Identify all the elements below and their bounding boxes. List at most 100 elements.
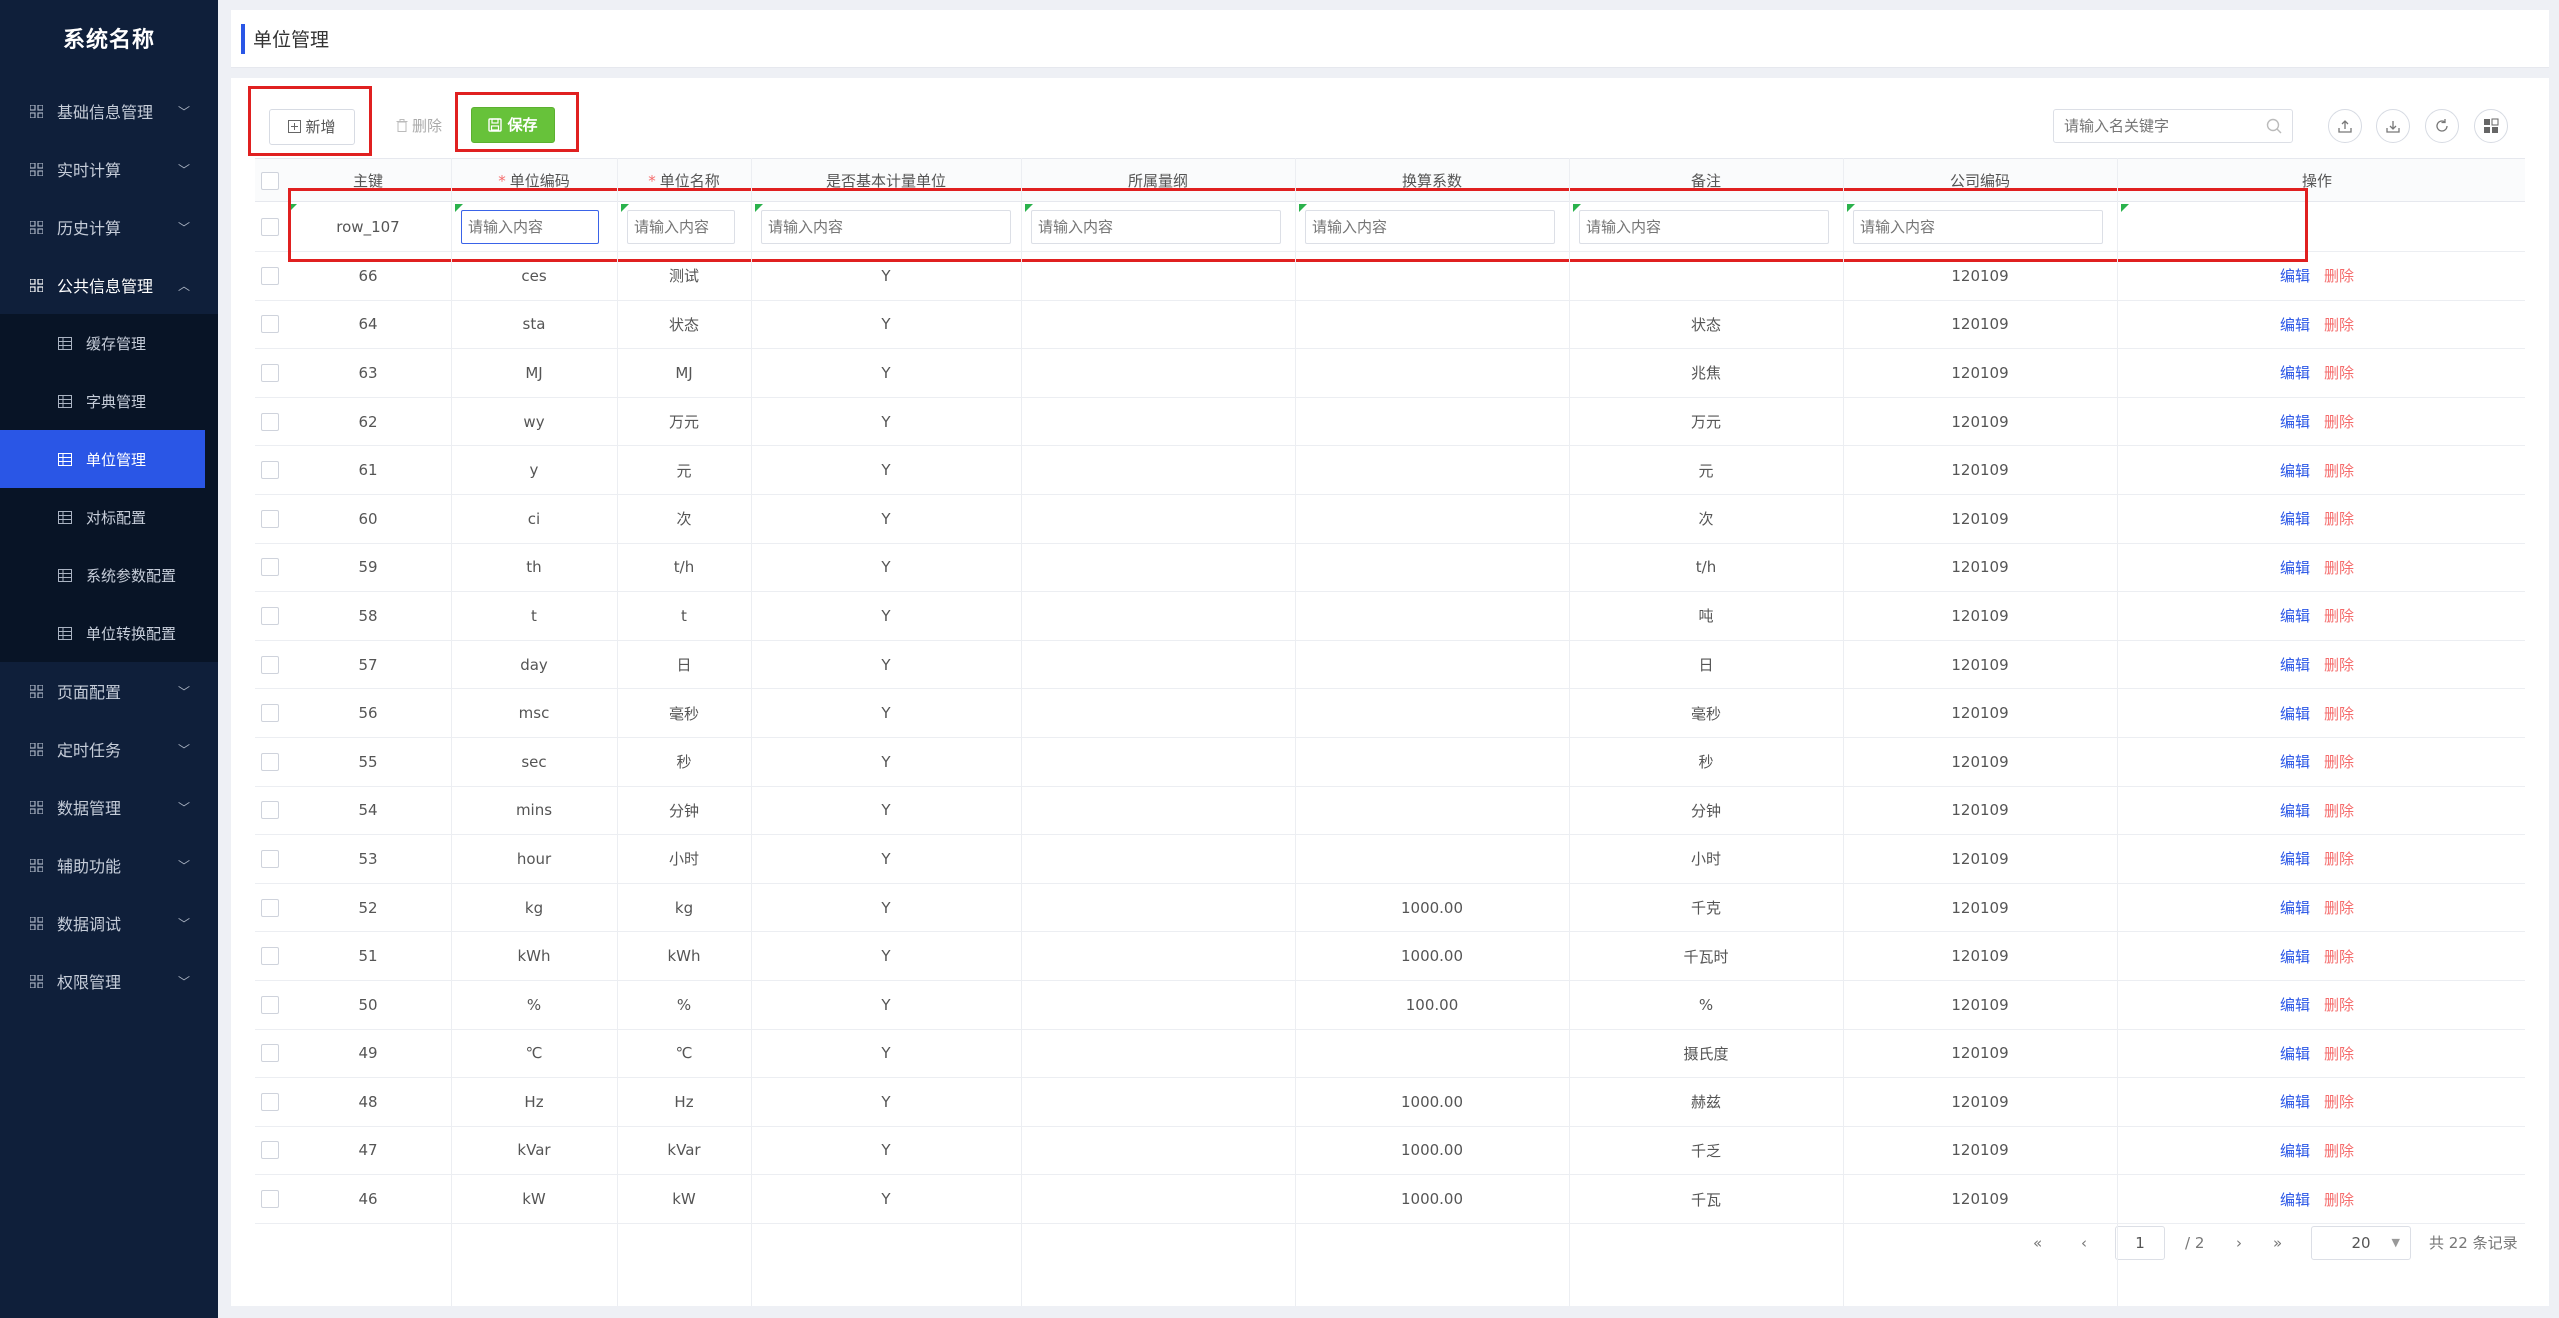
sidebar-menu-item[interactable]: 数据调试 ﹀	[0, 894, 218, 952]
delete-link[interactable]: 删除	[2324, 848, 2354, 869]
search-icon[interactable]	[2266, 118, 2282, 134]
remark-input[interactable]	[1579, 209, 1829, 244]
sidebar-menu-item[interactable]: 辅助功能 ﹀	[0, 836, 218, 894]
sidebar-menu-item[interactable]: 权限管理 ﹀	[0, 952, 218, 1010]
sidebar-menu-item[interactable]: 基础信息管理 ﹀	[0, 82, 218, 140]
refresh-button[interactable]	[2425, 109, 2459, 143]
sidebar-menu-item[interactable]: 定时任务 ﹀	[0, 720, 218, 778]
delete-link[interactable]: 删除	[2324, 1043, 2354, 1064]
delete-link[interactable]: 删除	[2324, 654, 2354, 675]
edit-link[interactable]: 编辑	[2280, 703, 2310, 724]
delete-link[interactable]: 删除	[2324, 411, 2354, 432]
edit-link[interactable]: 编辑	[2280, 800, 2310, 821]
edit-link[interactable]: 编辑	[2280, 508, 2310, 529]
edit-link[interactable]: 编辑	[2280, 557, 2310, 578]
row-checkbox[interactable]	[261, 947, 279, 966]
edit-link[interactable]: 编辑	[2280, 362, 2310, 383]
sidebar-menu-item[interactable]: 页面配置 ﹀	[0, 662, 218, 720]
delete-link[interactable]: 删除	[2324, 800, 2354, 821]
row-checkbox[interactable]	[261, 1141, 279, 1160]
page-number-input[interactable]: 1	[2115, 1226, 2165, 1260]
sidebar-submenu-item[interactable]: 对标配置	[0, 488, 218, 546]
edit-link[interactable]: 编辑	[2280, 751, 2310, 772]
edit-link[interactable]: 编辑	[2280, 411, 2310, 432]
row-checkbox[interactable]	[261, 1044, 279, 1063]
row-checkbox[interactable]	[261, 509, 279, 528]
edit-link[interactable]: 编辑	[2280, 946, 2310, 967]
row-checkbox[interactable]	[261, 461, 279, 480]
code-input[interactable]	[461, 209, 599, 244]
edit-link[interactable]: 编辑	[2280, 897, 2310, 918]
delete-link[interactable]: 删除	[2324, 897, 2354, 918]
base-input[interactable]	[761, 209, 1011, 244]
sidebar-submenu-item[interactable]: 缓存管理	[0, 314, 218, 372]
company-input[interactable]	[1853, 209, 2103, 244]
row-checkbox[interactable]	[261, 995, 279, 1014]
delete-link[interactable]: 删除	[2324, 751, 2354, 772]
row-checkbox[interactable]	[261, 363, 279, 382]
row-checkbox[interactable]	[261, 315, 279, 334]
page-size-select[interactable]: 20 ▼	[2311, 1226, 2411, 1260]
sidebar-menu-item[interactable]: 历史计算 ﹀	[0, 198, 218, 256]
prev-page-button[interactable]: ‹	[2081, 1226, 2087, 1260]
sidebar-submenu-item[interactable]: 字典管理	[0, 372, 218, 430]
sidebar-menu-item[interactable]: 实时计算 ﹀	[0, 140, 218, 198]
row-checkbox[interactable]	[261, 849, 279, 868]
row-checkbox[interactable]	[261, 558, 279, 577]
select-all-checkbox[interactable]	[261, 172, 279, 190]
add-button[interactable]: 新增	[269, 109, 355, 145]
delete-link[interactable]: 删除	[2324, 460, 2354, 481]
delete-link[interactable]: 删除	[2324, 508, 2354, 529]
edit-link[interactable]: 编辑	[2280, 1189, 2310, 1210]
download-button[interactable]	[2376, 109, 2410, 143]
delete-link[interactable]: 删除	[2324, 557, 2354, 578]
first-page-button[interactable]: «	[2033, 1226, 2042, 1260]
edit-link[interactable]: 编辑	[2280, 1140, 2310, 1161]
edit-link[interactable]: 编辑	[2280, 1091, 2310, 1112]
row-checkbox[interactable]	[261, 655, 279, 674]
delete-link[interactable]: 删除	[2324, 1140, 2354, 1161]
next-page-button[interactable]: ›	[2236, 1226, 2242, 1260]
row-checkbox[interactable]	[261, 606, 279, 625]
sidebar-submenu-item[interactable]: 单位转换配置	[0, 604, 218, 662]
delete-link[interactable]: 删除	[2324, 314, 2354, 335]
row-checkbox[interactable]	[261, 1092, 279, 1111]
edit-link[interactable]: 编辑	[2280, 314, 2310, 335]
row-checkbox[interactable]	[261, 752, 279, 771]
name-input[interactable]	[627, 209, 735, 244]
edit-link[interactable]: 编辑	[2280, 848, 2310, 869]
factor-input[interactable]	[1305, 209, 1555, 244]
dimension-input[interactable]	[1031, 209, 1281, 244]
save-button[interactable]: 保存	[471, 107, 555, 143]
edit-link[interactable]: 编辑	[2280, 265, 2310, 286]
edit-link[interactable]: 编辑	[2280, 994, 2310, 1015]
row-checkbox[interactable]	[261, 266, 279, 285]
sidebar-menu-item[interactable]: 数据管理 ﹀	[0, 778, 218, 836]
row-checkbox[interactable]	[261, 217, 279, 236]
upload-button[interactable]	[2328, 109, 2362, 143]
edit-link[interactable]: 编辑	[2280, 605, 2310, 626]
edit-link[interactable]: 编辑	[2280, 1043, 2310, 1064]
sidebar-submenu-item[interactable]: 系统参数配置	[0, 546, 218, 604]
delete-link[interactable]: 删除	[2324, 265, 2354, 286]
delete-link[interactable]: 删除	[2324, 1189, 2354, 1210]
row-checkbox[interactable]	[261, 801, 279, 820]
menu-item-public-info[interactable]: 公共信息管理 ︿	[0, 256, 218, 314]
row-checkbox[interactable]	[261, 412, 279, 431]
delete-link[interactable]: 删除	[2324, 605, 2354, 626]
delete-link[interactable]: 删除	[2324, 946, 2354, 967]
delete-link[interactable]: 删除	[2324, 1091, 2354, 1112]
column-settings-button[interactable]	[2474, 109, 2508, 143]
edit-link[interactable]: 编辑	[2280, 460, 2310, 481]
row-checkbox[interactable]	[261, 1190, 279, 1209]
delete-link[interactable]: 删除	[2324, 362, 2354, 383]
delete-link[interactable]: 删除	[2324, 703, 2354, 724]
row-checkbox[interactable]	[261, 704, 279, 723]
row-checkbox[interactable]	[261, 898, 279, 917]
edit-link[interactable]: 编辑	[2280, 654, 2310, 675]
search-input[interactable]	[2054, 110, 2254, 142]
delete-button[interactable]: 删除	[381, 109, 457, 145]
last-page-button[interactable]: »	[2273, 1226, 2282, 1260]
sidebar-submenu-item[interactable]: 单位管理	[0, 430, 205, 488]
delete-link[interactable]: 删除	[2324, 994, 2354, 1015]
